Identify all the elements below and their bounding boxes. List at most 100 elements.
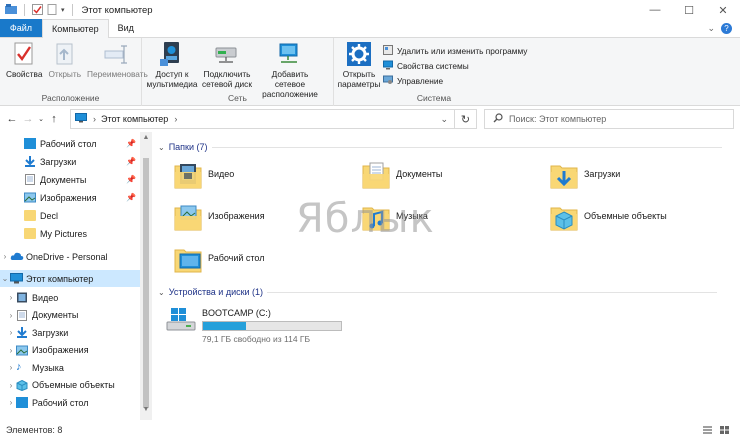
expand-chevron-icon[interactable]: › — [6, 363, 16, 372]
folder-3d-objects[interactable]: Объемные объекты — [550, 202, 667, 231]
search-input[interactable]: Поиск: Этот компьютер — [484, 109, 734, 129]
drives-section-header[interactable]: ⌄ Устройства и диски (1) — [158, 287, 718, 297]
drive-free-space: 79,1 ГБ свободно из 114 ГБ — [202, 334, 311, 344]
3d-objects-folder-icon — [16, 379, 28, 391]
folder-icon — [24, 210, 36, 221]
folder-label: Видео — [208, 169, 235, 179]
nav-item-pc-pictures[interactable]: › Изображения — [0, 342, 140, 359]
nav-item-pc-desktop[interactable]: › Рабочий стол — [0, 394, 140, 411]
check-properties-icon — [9, 40, 39, 68]
nav-pane-scrollbar[interactable]: ▲ ▼ — [140, 132, 152, 420]
nav-item-pc-downloads[interactable]: › Загрузки — [0, 324, 140, 341]
scrollbar-thumb[interactable] — [143, 158, 149, 408]
pictures-folder-icon — [174, 202, 202, 231]
ribbon: Свойства Открыть Переименовать Расположе… — [0, 38, 740, 106]
up-arrow-icon[interactable]: ↑ — [46, 113, 62, 125]
tab-file[interactable]: Файл — [0, 19, 42, 37]
scroll-down-arrow-icon[interactable]: ▼ — [140, 406, 152, 418]
nav-item-this-pc[interactable]: ⌄ Этот компьютер — [0, 270, 140, 287]
desktop-folder-icon — [16, 397, 28, 408]
section-divider — [267, 291, 718, 293]
breadcrumb-this-pc[interactable]: Этот компьютер — [101, 114, 168, 124]
nav-item-quick-desktop[interactable]: Рабочий стол 📌 — [0, 135, 140, 152]
folders-section-header[interactable]: ⌄ Папки (7) — [158, 142, 722, 152]
expand-chevron-icon[interactable]: › — [0, 252, 10, 261]
nav-item-pc-documents[interactable]: › Документы — [0, 307, 140, 324]
nav-item-pc-music[interactable]: › ♪ Музыка — [0, 359, 140, 376]
folder-label: Рабочий стол — [208, 253, 265, 263]
tab-view[interactable]: Вид — [109, 19, 143, 37]
breadcrumb-child-chevron-icon[interactable]: › — [174, 114, 177, 124]
collapse-chevron-icon[interactable]: ⌄ — [0, 274, 10, 283]
drive-usage-fill — [203, 322, 246, 330]
downloads-folder-icon — [24, 156, 36, 167]
nav-item-quick-downloads[interactable]: Загрузки 📌 — [0, 153, 140, 170]
nav-item-label: Загрузки — [40, 156, 77, 167]
folder-label: Изображения — [208, 211, 265, 221]
back-arrow-icon[interactable]: ← — [4, 113, 20, 125]
properties-quick-icon[interactable] — [32, 3, 43, 17]
expand-chevron-icon[interactable]: › — [6, 346, 16, 355]
map-network-drive-label: Подключить сетевой диск — [202, 69, 252, 89]
search-placeholder: Поиск: Этот компьютер — [509, 114, 607, 124]
close-button[interactable]: ✕ — [706, 0, 740, 20]
manage-button[interactable]: Управление — [383, 74, 527, 87]
properties-label: Свойства — [6, 69, 43, 79]
folder-label: Загрузки — [584, 169, 621, 179]
desktop-folder-icon — [174, 244, 202, 273]
tab-computer[interactable]: Компьютер — [42, 19, 109, 38]
nav-item-label: Документы — [40, 174, 87, 185]
ribbon-expand-chevron-icon[interactable]: ⌄ — [707, 23, 715, 34]
drive-c[interactable]: BOOTCAMP (C:) 79,1 ГБ свободно из 114 ГБ — [166, 306, 342, 344]
large-icons-view-icon[interactable] — [719, 425, 730, 437]
nav-item-quick-documents[interactable]: Документы 📌 — [0, 171, 140, 188]
forward-arrow-icon[interactable]: → — [20, 113, 36, 125]
nav-item-quick-my-pictures[interactable]: My Pictures — [0, 225, 140, 242]
video-folder-icon — [174, 160, 202, 189]
section-collapse-chevron-icon[interactable]: ⌄ — [158, 143, 165, 152]
new-folder-quick-icon[interactable] — [47, 3, 57, 17]
computer-icon — [10, 273, 23, 284]
computer-icon — [75, 113, 87, 125]
folder-downloads[interactable]: Загрузки — [550, 160, 621, 189]
address-bar[interactable]: › Этот компьютер › ⌄ — [70, 109, 455, 129]
pictures-folder-icon — [16, 345, 28, 356]
recent-locations-chevron-icon[interactable]: ⌄ — [36, 115, 46, 123]
media-access-label: Доступ к мультимедиа — [146, 69, 198, 89]
nav-item-quick-decl[interactable]: Decl — [0, 207, 140, 224]
refresh-button[interactable]: ↻ — [455, 109, 477, 129]
nav-item-quick-pictures[interactable]: Изображения 📌 — [0, 189, 140, 206]
address-history-dropdown-icon[interactable]: ⌄ — [440, 114, 448, 125]
minimize-button[interactable]: — — [638, 0, 672, 20]
folder-video[interactable]: Видео — [174, 160, 235, 189]
search-icon — [493, 113, 503, 125]
details-view-icon[interactable] — [702, 425, 713, 437]
folder-documents[interactable]: Документы — [362, 160, 442, 189]
system-properties-button[interactable]: Свойства системы — [383, 59, 527, 72]
expand-chevron-icon[interactable]: › — [6, 328, 16, 337]
nav-item-pc-video[interactable]: › Видео — [0, 289, 140, 306]
customize-toolbar-chevron-icon[interactable]: ▾ — [61, 6, 65, 14]
folder-pictures[interactable]: Изображения — [174, 202, 265, 231]
expand-chevron-icon[interactable]: › — [6, 293, 16, 302]
help-icon[interactable]: ? — [721, 23, 732, 34]
nav-item-onedrive[interactable]: › OneDrive - Personal — [0, 248, 140, 265]
expand-chevron-icon[interactable]: › — [6, 311, 16, 320]
maximize-button[interactable]: ☐ — [672, 0, 706, 20]
documents-folder-icon — [362, 160, 390, 189]
nav-item-label: Этот компьютер — [26, 273, 94, 284]
windows-drive-icon — [166, 306, 196, 344]
uninstall-program-button[interactable]: Удалить или изменить программу — [383, 44, 527, 57]
pin-icon: 📌 — [126, 157, 136, 166]
folder-desktop[interactable]: Рабочий стол — [174, 244, 265, 273]
scroll-up-arrow-icon[interactable]: ▲ — [140, 134, 152, 146]
expand-chevron-icon[interactable]: › — [6, 381, 16, 390]
breadcrumb-separator-icon[interactable]: › — [93, 114, 96, 124]
navigation-bar: ← → ⌄ ↑ › Этот компьютер › ⌄ ↻ Поиск: Эт… — [0, 106, 740, 132]
nav-item-pc-3d-objects[interactable]: › Объемные объекты — [0, 377, 140, 394]
section-collapse-chevron-icon[interactable]: ⌄ — [158, 288, 165, 297]
add-network-location-icon — [275, 40, 305, 68]
expand-chevron-icon[interactable]: › — [6, 398, 16, 407]
open-icon — [50, 40, 80, 68]
nav-item-label: Рабочий стол — [32, 397, 89, 408]
